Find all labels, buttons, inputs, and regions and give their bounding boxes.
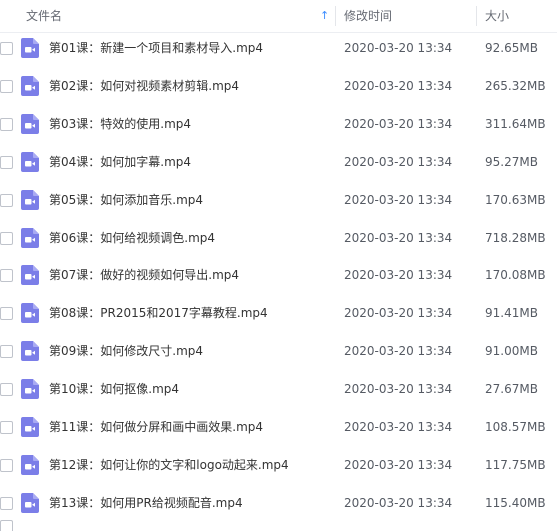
row-checkbox[interactable] bbox=[0, 520, 13, 531]
file-name[interactable]: 第09课：如何修改尺寸.mp4 bbox=[49, 333, 203, 369]
row-checkbox[interactable] bbox=[0, 421, 13, 434]
file-row[interactable]: 第05课：如何添加音乐.mp4 2020-03-20 13:34 170.63MB bbox=[0, 182, 557, 220]
file-size: 108.57MB bbox=[485, 420, 546, 434]
file-size: 117.75MB bbox=[485, 457, 546, 472]
row-checkbox[interactable] bbox=[0, 193, 13, 207]
file-name[interactable]: 第08课：PR2015和2017字幕教程.mp4 bbox=[49, 295, 268, 331]
file-row[interactable]: 第03课：特效的使用.mp4 2020-03-20 13:34 311.64MB bbox=[0, 106, 557, 144]
video-file-icon bbox=[21, 492, 39, 513]
video-file-icon bbox=[21, 227, 39, 248]
file-name[interactable]: 第11课：如何做分屏和画中画效果.mp4 bbox=[49, 409, 263, 445]
video-file-icon bbox=[21, 379, 39, 400]
video-file-icon bbox=[21, 417, 39, 437]
file-row[interactable]: 第08课：PR2015和2017字幕教程.mp4 2020-03-20 13:34… bbox=[0, 295, 557, 333]
row-checkbox[interactable] bbox=[0, 345, 13, 359]
row-checkbox[interactable] bbox=[0, 383, 13, 397]
file-size: 170.08MB bbox=[485, 268, 546, 283]
row-checkbox[interactable] bbox=[0, 231, 13, 245]
video-file-icon bbox=[21, 341, 39, 362]
column-header-modified-time[interactable]: 修改时间 bbox=[344, 0, 392, 32]
file-row[interactable]: 第04课：如何加字幕.mp4 2020-03-20 13:34 95.27MB bbox=[0, 144, 557, 182]
file-modified-time: 2020-03-20 13:34 bbox=[344, 306, 453, 321]
file-name[interactable]: 第13课：如何用PR给视频配音.mp4 bbox=[49, 485, 243, 521]
row-checkbox[interactable] bbox=[0, 79, 13, 93]
file-modified-time: 2020-03-20 13:34 bbox=[344, 230, 453, 245]
file-modified-time: 2020-03-20 13:34 bbox=[344, 420, 453, 434]
file-size: 311.64MB bbox=[485, 116, 546, 131]
file-row[interactable]: 第02课：如何对视频素材剪辑.mp4 2020-03-20 13:34 265.32… bbox=[0, 68, 557, 106]
video-file-icon bbox=[21, 75, 39, 96]
row-checkbox[interactable] bbox=[0, 155, 13, 169]
video-file-icon bbox=[21, 38, 39, 58]
file-modified-time: 2020-03-20 13:34 bbox=[344, 192, 453, 207]
file-size: 95.27MB bbox=[485, 154, 538, 169]
file-name[interactable]: 第07课：做好的视频如何导出.mp4 bbox=[49, 257, 239, 293]
file-name[interactable]: 第03课：特效的使用.mp4 bbox=[49, 106, 191, 142]
file-row[interactable]: 第13课：如何用PR给视频配音.mp4 2020-03-20 13:34 115.4… bbox=[0, 485, 557, 523]
column-header-size[interactable]: 大小 bbox=[485, 0, 509, 32]
file-size: 91.00MB bbox=[485, 344, 538, 359]
video-file-icon bbox=[21, 113, 39, 134]
file-row[interactable]: 第11课：如何做分屏和画中画效果.mp4 2020-03-20 13:34 108.… bbox=[0, 409, 557, 447]
file-size: 92.65MB bbox=[485, 41, 538, 55]
row-checkbox[interactable] bbox=[0, 307, 13, 321]
file-name[interactable]: 第05课：如何添加音乐.mp4 bbox=[49, 182, 203, 218]
column-divider[interactable] bbox=[476, 6, 477, 26]
row-checkbox[interactable] bbox=[0, 269, 13, 283]
file-size: 27.67MB bbox=[485, 382, 538, 397]
file-list-header: 文件名 ↑ 修改时间 大小 bbox=[0, 0, 557, 33]
file-modified-time: 2020-03-20 13:34 bbox=[344, 495, 453, 510]
file-size: 170.63MB bbox=[485, 192, 546, 207]
column-divider[interactable] bbox=[335, 6, 336, 26]
file-modified-time: 2020-03-20 13:34 bbox=[344, 268, 453, 283]
file-name[interactable]: 第04课：如何加字幕.mp4 bbox=[49, 144, 191, 180]
video-file-icon bbox=[21, 303, 39, 324]
file-modified-time: 2020-03-20 13:34 bbox=[344, 457, 453, 472]
row-checkbox[interactable] bbox=[0, 496, 13, 510]
video-file-icon bbox=[21, 454, 39, 475]
file-modified-time: 2020-03-20 13:34 bbox=[344, 154, 453, 169]
sort-ascending-icon[interactable]: ↑ bbox=[320, 0, 329, 32]
row-checkbox[interactable] bbox=[0, 458, 13, 472]
file-name[interactable]: 第06课：如何给视频调色.mp4 bbox=[49, 220, 215, 256]
file-row[interactable]: 第07课：做好的视频如何导出.mp4 2020-03-20 13:34 170.08… bbox=[0, 257, 557, 295]
row-checkbox[interactable] bbox=[0, 42, 13, 55]
file-row[interactable]: 第01课：新建一个项目和素材导入.mp4 2020-03-20 13:34 92.6… bbox=[0, 30, 557, 68]
file-modified-time: 2020-03-20 13:34 bbox=[344, 41, 453, 55]
row-checkbox[interactable] bbox=[0, 117, 13, 131]
file-modified-time: 2020-03-20 13:34 bbox=[344, 116, 453, 131]
file-size: 115.40MB bbox=[485, 495, 546, 510]
file-row[interactable]: 第06课：如何给视频调色.mp4 2020-03-20 13:34 718.28MB bbox=[0, 220, 557, 258]
file-name[interactable]: 第12课：如何让你的文字和logo动起来.mp4 bbox=[49, 447, 289, 483]
file-row[interactable]: 第10课：如何抠像.mp4 2020-03-20 13:34 27.67MB bbox=[0, 371, 557, 409]
file-name[interactable]: 第02课：如何对视频素材剪辑.mp4 bbox=[49, 68, 239, 104]
file-name[interactable]: 第10课：如何抠像.mp4 bbox=[49, 371, 179, 407]
file-modified-time: 2020-03-20 13:34 bbox=[344, 78, 453, 93]
file-size: 91.41MB bbox=[485, 306, 538, 321]
file-size: 265.32MB bbox=[485, 78, 546, 93]
file-row[interactable]: 第12课：如何让你的文字和logo动起来.mp4 2020-03-20 13:34… bbox=[0, 447, 557, 485]
file-size: 718.28MB bbox=[485, 230, 546, 245]
file-modified-time: 2020-03-20 13:34 bbox=[344, 344, 453, 359]
file-name[interactable]: 第01课：新建一个项目和素材导入.mp4 bbox=[49, 30, 263, 66]
video-file-icon bbox=[21, 265, 39, 286]
file-row[interactable]: 第09课：如何修改尺寸.mp4 2020-03-20 13:34 91.00MB bbox=[0, 333, 557, 371]
video-file-icon bbox=[21, 189, 39, 210]
video-file-icon bbox=[21, 151, 39, 172]
column-header-name[interactable]: 文件名 bbox=[26, 0, 62, 32]
file-modified-time: 2020-03-20 13:34 bbox=[344, 382, 453, 397]
